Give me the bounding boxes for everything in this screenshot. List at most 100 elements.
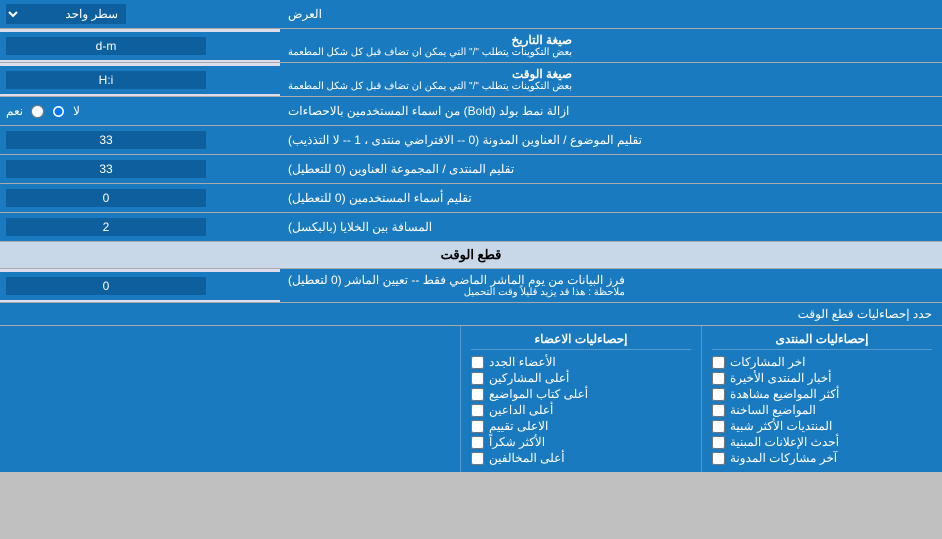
topics-order-row: تقليم الموضوع / العناوين المدونة (0 -- ا… <box>0 126 942 155</box>
checkbox-last-posts[interactable] <box>712 356 725 369</box>
checkbox-new-members[interactable] <box>471 356 484 369</box>
checkbox-label: أعلى الداعين <box>489 403 553 417</box>
checkboxes-area: إحصاءليات المنتدى اخر المشاركات أخبار ال… <box>0 326 942 472</box>
date-format-row: صيغة التاريخ بعض التكوينات يتطلب "/" الت… <box>0 29 942 63</box>
list-item: أعلى كتاب المواضيع <box>471 386 691 402</box>
checkbox-top-rated[interactable] <box>471 420 484 433</box>
checkbox-latest-announcements[interactable] <box>712 436 725 449</box>
list-item: أعلى المخالفين <box>471 450 691 466</box>
time-format-label: صيغة الوقت بعض التكوينات يتطلب "/" التي … <box>280 63 942 96</box>
checkbox-label: اخر المشاركات <box>730 355 805 369</box>
list-item: أعلى المشاركين <box>471 370 691 386</box>
checkbox-blog-posts[interactable] <box>712 452 725 465</box>
checkbox-label: أخبار المنتدى الأخيرة <box>730 371 831 385</box>
topics-order-input[interactable] <box>6 131 206 149</box>
cutoff-row: فرز البيانات من يوم الماشر الماضي فقط --… <box>0 269 942 303</box>
date-format-title: صيغة التاريخ <box>288 33 572 47</box>
checkbox-most-similar[interactable] <box>712 420 725 433</box>
list-item: آخر مشاركات المدونة <box>712 450 932 466</box>
checkbox-top-violators[interactable] <box>471 452 484 465</box>
cutoff-section-header: قطع الوقت <box>0 242 942 269</box>
members-stats-title: إحصاءليات الاعضاء <box>471 332 691 350</box>
checkbox-most-viewed[interactable] <box>712 388 725 401</box>
topics-order-label: تقليم الموضوع / العناوين المدونة (0 -- ا… <box>280 126 942 154</box>
forum-order-label: تقليم المنتدى / المجموعة العناوين (0 للت… <box>280 155 942 183</box>
cutoff-input[interactable] <box>6 277 206 295</box>
checkbox-label: المنتديات الأكثر شبية <box>730 419 832 433</box>
list-item: أحدث الإعلانات المبنية <box>712 434 932 450</box>
users-order-input-container[interactable] <box>0 184 280 212</box>
topics-order-input-container[interactable] <box>0 126 280 154</box>
time-format-row: صيغة الوقت بعض التكوينات يتطلب "/" التي … <box>0 63 942 97</box>
users-order-text: تقليم أسماء المستخدمين (0 للتعطيل) <box>288 191 472 205</box>
checkbox-label: أحدث الإعلانات المبنية <box>730 435 839 449</box>
list-item: المواضيع الساخنة <box>712 402 932 418</box>
forum-order-row: تقليم المنتدى / المجموعة العناوين (0 للت… <box>0 155 942 184</box>
forum-stats-title: إحصاءليات المنتدى <box>712 332 932 350</box>
checkbox-label: أعلى المشاركين <box>489 371 569 385</box>
checkbox-top-inviters[interactable] <box>471 404 484 417</box>
checkbox-label: المواضيع الساخنة <box>730 403 816 417</box>
page-title: العرض <box>280 0 942 28</box>
forum-order-input-container[interactable] <box>0 155 280 183</box>
bold-remove-radio-container[interactable]: نعم لا <box>0 97 280 125</box>
limit-label: حدد إحصاءليات قطع الوقت <box>798 307 932 321</box>
users-order-row: تقليم أسماء المستخدمين (0 للتعطيل) <box>0 184 942 213</box>
checkbox-forum-news[interactable] <box>712 372 725 385</box>
date-format-subtitle: بعض التكوينات يتطلب "/" التي يمكن ان تضا… <box>288 47 572 58</box>
date-format-label: صيغة التاريخ بعض التكوينات يتطلب "/" الت… <box>280 29 942 62</box>
cell-spacing-label: المسافة بين الخلايا (بالبكسل) <box>280 213 942 241</box>
forum-order-input[interactable] <box>6 160 206 178</box>
cell-spacing-input-container[interactable] <box>0 213 280 241</box>
cutoff-label: فرز البيانات من يوم الماشر الماضي فقط --… <box>280 269 942 302</box>
title-text: العرض <box>288 7 322 21</box>
cell-spacing-text: المسافة بين الخلايا (بالبكسل) <box>288 220 432 234</box>
cutoff-input-container[interactable] <box>0 272 280 300</box>
bold-radio-group: نعم لا <box>6 104 80 118</box>
list-item: أكثر المواضيع مشاهدة <box>712 386 932 402</box>
checkbox-label: الاعلى تقييم <box>489 419 548 433</box>
bold-remove-text: ازالة نمط بولد (Bold) من اسماء المستخدمي… <box>288 104 569 118</box>
limit-row: حدد إحصاءليات قطع الوقت <box>0 303 942 326</box>
date-format-input[interactable] <box>6 37 206 55</box>
checkbox-hot-topics[interactable] <box>712 404 725 417</box>
cell-spacing-input[interactable] <box>6 218 206 236</box>
cell-spacing-row: المسافة بين الخلايا (بالبكسل) <box>0 213 942 242</box>
dropdown-container[interactable]: سطر واحد سطران ثلاثة أسطر <box>0 0 280 28</box>
cutoff-main-text: فرز البيانات من يوم الماشر الماضي فقط --… <box>288 273 625 287</box>
users-order-input[interactable] <box>6 189 206 207</box>
date-format-input-container[interactable] <box>0 32 280 60</box>
checkbox-label: الأعضاء الجدد <box>489 355 556 369</box>
bold-no-label: لا <box>73 104 80 118</box>
time-format-subtitle: بعض التكوينات يتطلب "/" التي يمكن ان تضا… <box>288 81 572 92</box>
checkbox-top-topic-writers[interactable] <box>471 388 484 401</box>
members-stats-col: إحصاءليات الاعضاء الأعضاء الجدد أعلى الم… <box>461 326 702 472</box>
list-item: الاعلى تقييم <box>471 418 691 434</box>
forum-stats-col: إحصاءليات المنتدى اخر المشاركات أخبار ال… <box>702 326 942 472</box>
bold-remove-label: ازالة نمط بولد (Bold) من اسماء المستخدمي… <box>280 97 942 125</box>
cutoff-note-text: ملاحظة : هذا قد يزيد قليلاً وقت التحميل <box>288 287 625 298</box>
users-order-label: تقليم أسماء المستخدمين (0 للتعطيل) <box>280 184 942 212</box>
display-select[interactable]: سطر واحد سطران ثلاثة أسطر <box>6 4 126 24</box>
checkbox-label: آخر مشاركات المدونة <box>730 451 837 465</box>
checkbox-top-posters[interactable] <box>471 372 484 385</box>
header-row: العرض سطر واحد سطران ثلاثة أسطر <box>0 0 942 29</box>
list-item: اخر المشاركات <box>712 354 932 370</box>
checkbox-label: أعلى كتاب المواضيع <box>489 387 588 401</box>
bold-yes-label: نعم <box>6 104 23 118</box>
checkbox-label: أعلى المخالفين <box>489 451 565 465</box>
time-format-title: صيغة الوقت <box>288 67 572 81</box>
time-format-input[interactable] <box>6 71 206 89</box>
cutoff-title: قطع الوقت <box>441 247 502 262</box>
bold-yes-radio[interactable] <box>31 105 44 118</box>
list-item: الأكثر شكراً <box>471 434 691 450</box>
bold-remove-row: ازالة نمط بولد (Bold) من اسماء المستخدمي… <box>0 97 942 126</box>
list-item: أخبار المنتدى الأخيرة <box>712 370 932 386</box>
empty-col <box>0 326 461 472</box>
list-item: المنتديات الأكثر شبية <box>712 418 932 434</box>
time-format-input-container[interactable] <box>0 66 280 94</box>
checkbox-most-thanked[interactable] <box>471 436 484 449</box>
checkbox-label: أكثر المواضيع مشاهدة <box>730 387 839 401</box>
list-item: الأعضاء الجدد <box>471 354 691 370</box>
bold-no-radio[interactable] <box>52 105 65 118</box>
